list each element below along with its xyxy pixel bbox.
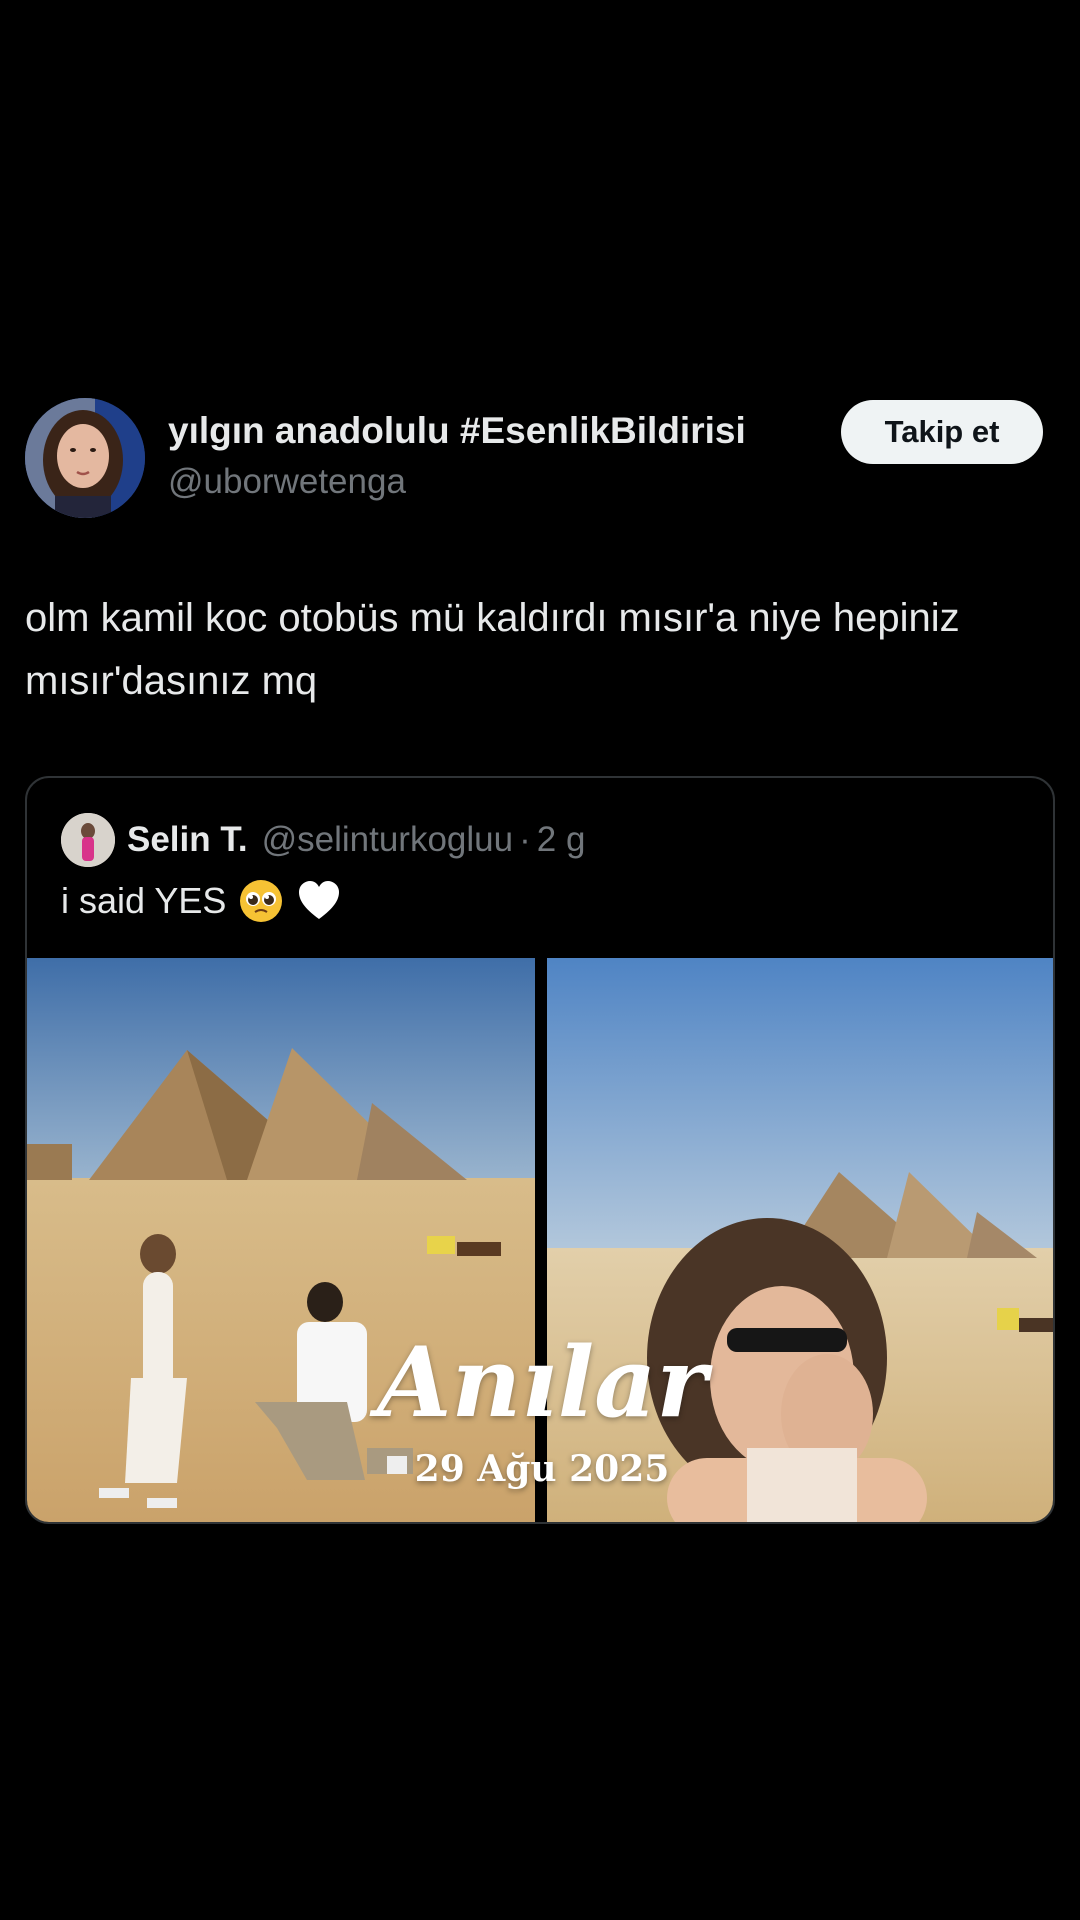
quoted-author-handle[interactable]: @selinturkogluu: [262, 820, 514, 860]
white-heart-emoji-icon: [299, 881, 340, 919]
author-name[interactable]: yılgın anadolulu #EsenlikBildirisi: [168, 410, 746, 452]
quoted-tweet-text: i said YES: [61, 880, 227, 921]
tweet-header: yılgın anadolulu #EsenlikBildirisi @ubor…: [25, 398, 1055, 520]
quoted-user-avatar[interactable]: [61, 813, 115, 867]
selfie-at-pyramids-photo[interactable]: [547, 958, 1053, 1522]
quoted-tweet-header: Selin T. @selinturkogluu · 2 g: [61, 812, 585, 868]
user-avatar-icon: [25, 398, 145, 518]
quoted-author-name[interactable]: Selin T.: [127, 820, 248, 860]
pleading-face-emoji-icon: [240, 880, 283, 922]
author-avatar[interactable]: [25, 398, 145, 518]
media-divider: [535, 958, 547, 1522]
memories-overlay-date: 29 Ağu 2025: [414, 1448, 670, 1490]
quoted-tweet-media[interactable]: Anılar 29 Ağu 2025: [27, 958, 1053, 1522]
quoted-tweet-card[interactable]: Selin T. @selinturkogluu · 2 g i said YE…: [25, 776, 1055, 1524]
follow-button[interactable]: Takip et: [841, 400, 1043, 464]
quoted-tweet-text-row: i said YES: [61, 878, 342, 924]
quoted-user-avatar-icon: [61, 813, 115, 867]
separator-dot: ·: [519, 820, 531, 859]
quoted-tweet-time: 2 g: [536, 820, 586, 859]
tweet-text: olm kamil koc otobüs mü kaldırdı mısır'a…: [25, 596, 960, 703]
proposal-at-pyramids-photo[interactable]: [27, 958, 535, 1522]
author-handle[interactable]: @uborwetenga: [168, 462, 406, 502]
memories-overlay-title: Anılar: [377, 1326, 707, 1439]
